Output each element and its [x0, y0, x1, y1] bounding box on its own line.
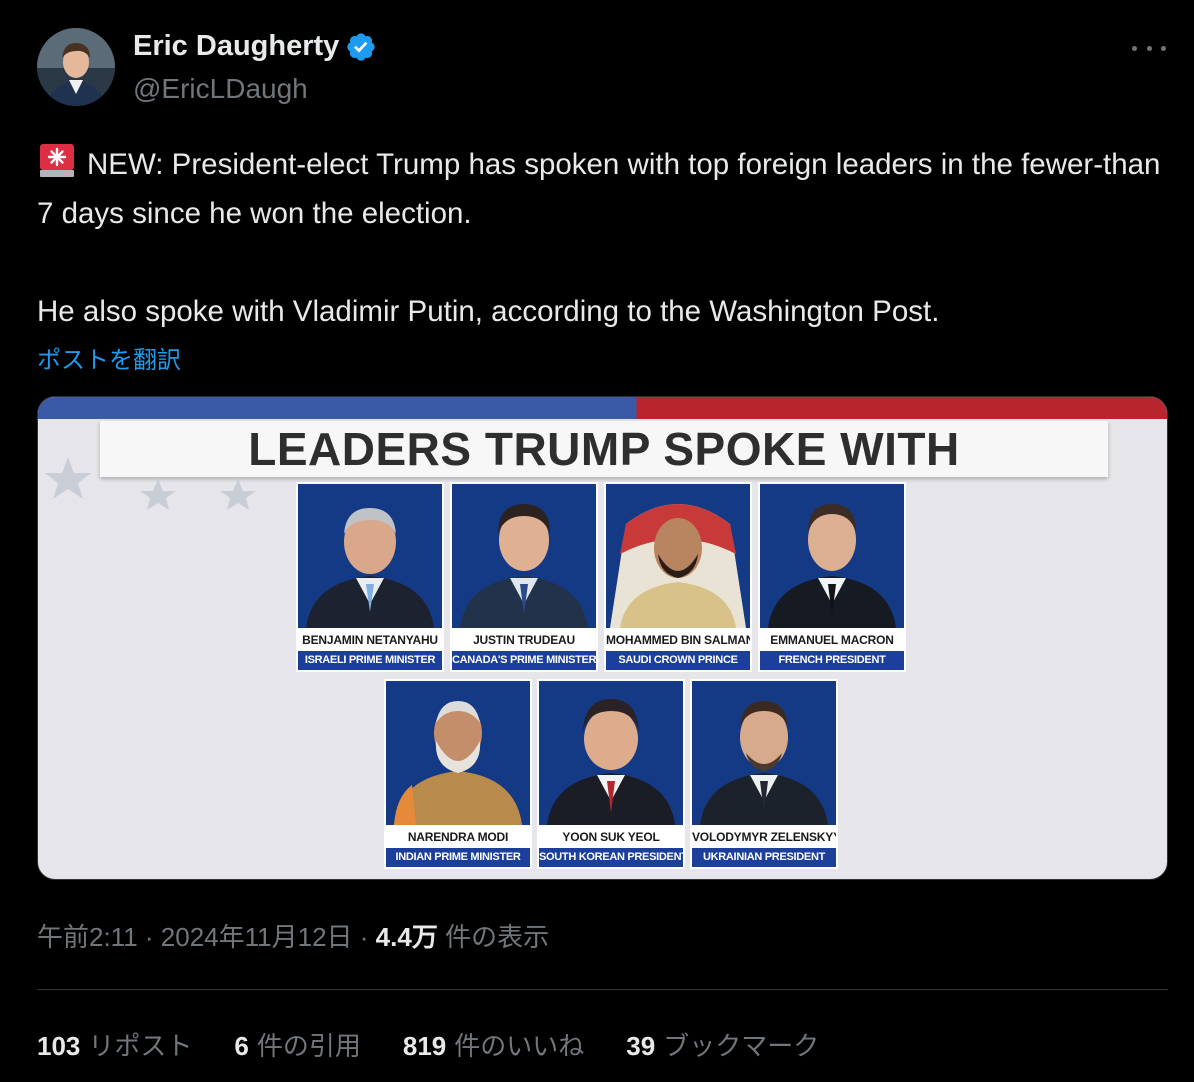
leader-photo: [692, 681, 836, 825]
leader-photo: [606, 484, 750, 628]
leader-card: MOHAMMED BIN SALMAN SAUDI CROWN PRINCE: [604, 482, 752, 672]
leader-name: JUSTIN TRUDEAU: [452, 630, 596, 650]
avatar[interactable]: [37, 28, 115, 106]
leader-title: FRENCH PRESIDENT: [760, 651, 904, 670]
flag-stripe: [38, 397, 1167, 419]
bookmarks-label: ブックマーク: [663, 1031, 820, 1061]
tweet: Eric Daugherty @EricLDaugh NEW: Presiden…: [0, 0, 1194, 1082]
author-name-text[interactable]: Eric Daugherty: [133, 30, 339, 63]
engagement-stats: 103 リポスト 6 件の引用 819 件のいいね 39 ブックマーク: [37, 1026, 819, 1063]
meta-separator: ·: [137, 922, 161, 952]
tweet-timestamp-line: 午前2:11 · 2024年11月12日 · 4.4万 件の表示: [37, 917, 549, 954]
more-options-icon[interactable]: [1132, 36, 1166, 60]
leader-title: SOUTH KOREAN PRESIDENT: [539, 848, 683, 867]
author-handle[interactable]: @EricLDaugh: [133, 73, 308, 105]
more-dot: [1161, 45, 1166, 51]
verified-badge-icon[interactable]: [345, 31, 377, 63]
leader-title: ISRAELI PRIME MINISTER: [298, 651, 442, 670]
leader-title: INDIAN PRIME MINISTER: [386, 848, 530, 867]
more-dot: [1132, 45, 1137, 51]
translate-post-link[interactable]: ポストを翻訳: [37, 340, 181, 375]
leader-title: SAUDI CROWN PRINCE: [606, 651, 750, 670]
reposts-stat[interactable]: 103 リポスト: [37, 1026, 192, 1063]
tweet-paragraph-1: NEW: President-elect Trump has spoken wi…: [37, 140, 1172, 238]
likes-stat[interactable]: 819 件のいいね: [403, 1026, 584, 1063]
meta-separator: ·: [352, 922, 376, 952]
leader-card: EMMANUEL MACRON FRENCH PRESIDENT: [758, 482, 906, 672]
reposts-count: 103: [37, 1031, 81, 1061]
leader-card: NARENDRA MODI INDIAN PRIME MINISTER: [384, 679, 532, 869]
tweet-media-image[interactable]: LEADERS TRUMP SPOKE WITH BENJAMIN NETANY…: [37, 396, 1168, 880]
siren-icon: [37, 140, 77, 180]
quotes-count: 6: [234, 1031, 249, 1061]
quotes-label: 件の引用: [256, 1031, 361, 1061]
tweet-text: NEW: President-elect Trump has spoken wi…: [37, 140, 1172, 336]
views-count: 4.4万: [375, 922, 438, 952]
avatar-image: [37, 28, 115, 106]
leader-name: NARENDRA MODI: [386, 827, 530, 847]
leader-title: CANADA'S PRIME MINISTER: [452, 651, 596, 670]
bookmarks-count: 39: [626, 1031, 656, 1061]
leader-name: MOHAMMED BIN SALMAN: [606, 630, 750, 650]
leader-name: VOLODYMYR ZELENSKYY: [692, 827, 836, 847]
views-label: 件の表示: [445, 922, 550, 952]
more-dot: [1146, 45, 1152, 51]
tweet-line-1: NEW: President-elect Trump has spoken wi…: [37, 148, 1161, 230]
leader-photo: [452, 484, 596, 628]
tweet-time[interactable]: 午前2:11: [37, 922, 138, 952]
leader-card: YOON SUK YEOL SOUTH KOREAN PRESIDENT: [537, 679, 685, 869]
leader-photo: [386, 681, 530, 825]
leader-photo: [539, 681, 683, 825]
tweet-date[interactable]: 2024年11月12日: [161, 922, 353, 952]
leader-title: UKRAINIAN PRESIDENT: [692, 848, 836, 867]
leader-card: BENJAMIN NETANYAHU ISRAELI PRIME MINISTE…: [296, 482, 444, 672]
divider: [37, 989, 1168, 990]
leader-card: JUSTIN TRUDEAU CANADA'S PRIME MINISTER: [450, 482, 598, 672]
reposts-label: リポスト: [88, 1031, 193, 1061]
leader-photo: [760, 484, 904, 628]
tweet-paragraph-2: He also spoke with Vladimir Putin, accor…: [37, 295, 940, 328]
leader-photo: [298, 484, 442, 628]
leader-name: EMMANUEL MACRON: [760, 630, 904, 650]
likes-count: 819: [402, 1031, 447, 1061]
quotes-stat[interactable]: 6 件の引用: [234, 1026, 360, 1063]
graphic-headline: LEADERS TRUMP SPOKE WITH: [100, 421, 1108, 477]
leader-name: YOON SUK YEOL: [539, 827, 683, 847]
likes-label: 件のいいね: [454, 1031, 585, 1061]
bookmarks-stat[interactable]: 39 ブックマーク: [626, 1026, 819, 1063]
leader-card: VOLODYMYR ZELENSKYY UKRAINIAN PRESIDENT: [690, 679, 838, 869]
author-name[interactable]: Eric Daugherty: [133, 30, 377, 63]
leader-name: BENJAMIN NETANYAHU: [298, 630, 442, 650]
